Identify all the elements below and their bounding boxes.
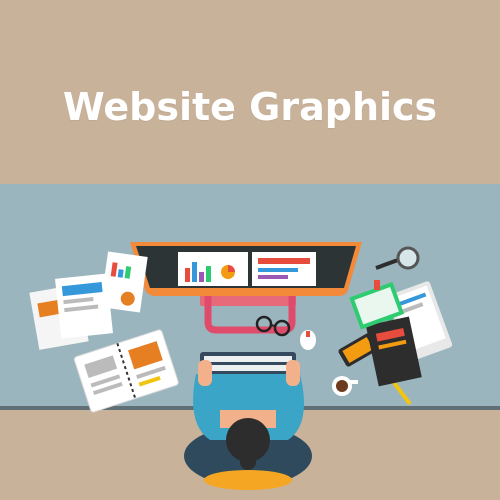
- workspace-illustration: [0, 184, 500, 500]
- page-title: Website Graphics: [62, 85, 438, 129]
- title-banner: Website Graphics: [0, 0, 500, 184]
- pin-icon: [374, 280, 380, 290]
- page: Website Graphics: [0, 0, 500, 500]
- person-icon: [184, 360, 312, 490]
